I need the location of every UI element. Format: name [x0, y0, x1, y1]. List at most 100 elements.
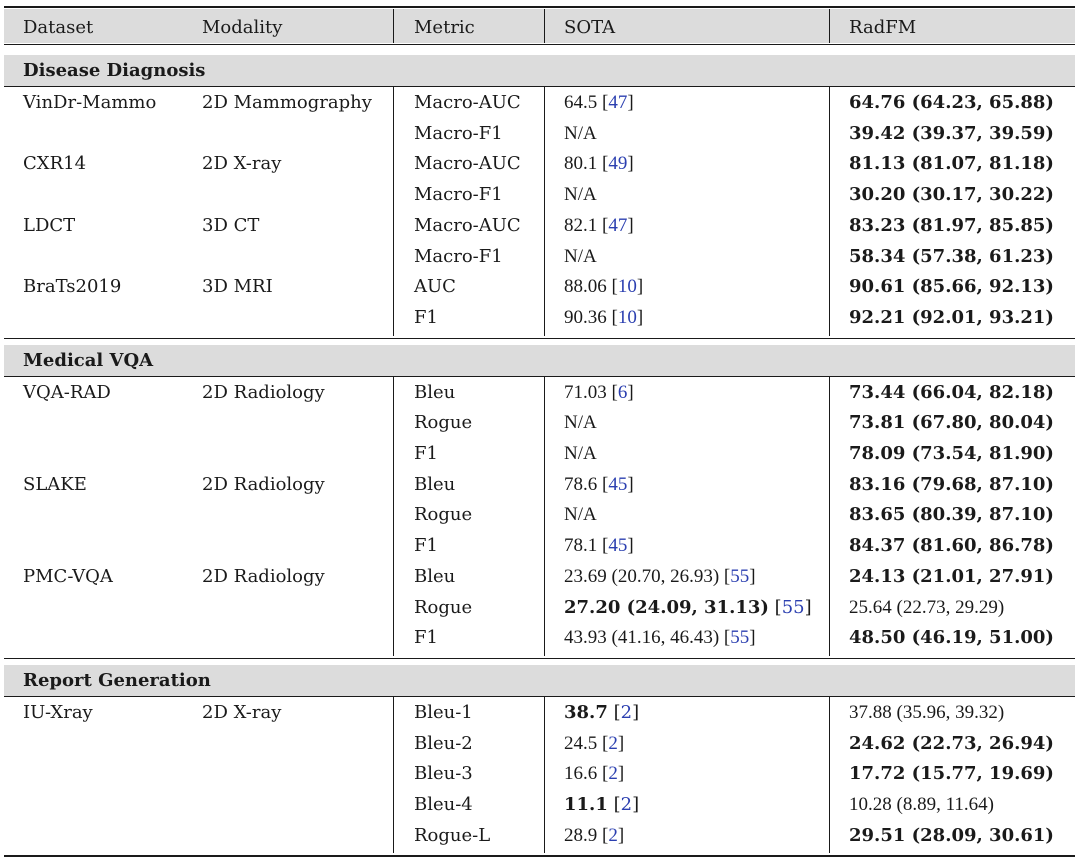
- sota-cell: 16.6 [2]: [564, 763, 625, 785]
- column-divider: [393, 375, 394, 656]
- column-divider: [393, 86, 394, 336]
- metric-cell: Rogue: [414, 504, 473, 526]
- sota-value: 43.93 (41.16, 46.43): [564, 627, 720, 649]
- metric-cell: Bleu: [414, 473, 456, 495]
- section-end-rule: [4, 657, 1075, 659]
- sota-cell: 28.9 [2]: [564, 824, 625, 846]
- header-dataset: Dataset: [23, 17, 94, 38]
- radfm-cell: 73.81 (67.80, 80.04): [849, 412, 1054, 434]
- sota-cell: 43.93 (41.16, 46.43) [55]: [564, 627, 756, 649]
- dataset-cell: VinDr-Mammo: [23, 92, 157, 113]
- sota-value: N/A: [564, 443, 597, 464]
- metric-cell: Rogue-L: [414, 824, 491, 846]
- column-divider: [544, 375, 545, 656]
- radfm-cell: 81.13 (81.07, 81.18): [849, 153, 1054, 175]
- column-divider: [544, 695, 545, 854]
- citation-link[interactable]: 2: [621, 794, 632, 815]
- citation-link[interactable]: 47: [608, 92, 627, 113]
- sota-cell: 24.5 [2]: [564, 732, 625, 754]
- radfm-cell: 24.62 (22.73, 26.94): [849, 732, 1054, 754]
- radfm-cell: 10.28 (8.89, 11.64): [849, 794, 994, 815]
- citation-link[interactable]: 10: [618, 307, 637, 328]
- sota-value: 71.03: [564, 381, 607, 403]
- metric-cell: Bleu-4: [414, 794, 473, 815]
- header-sota: SOTA: [564, 17, 616, 38]
- header-modality: Modality: [202, 17, 283, 38]
- radfm-cell: 29.51 (28.09, 30.61): [849, 824, 1054, 846]
- sota-value: N/A: [564, 504, 597, 526]
- citation-link[interactable]: 45: [608, 535, 627, 556]
- sota-cell: 88.06 [10]: [564, 276, 644, 298]
- column-divider: [829, 86, 830, 336]
- sota-cell: 38.7 [2]: [564, 701, 640, 723]
- sota-value: 88.06: [564, 276, 607, 298]
- dataset-cell: VQA-RAD: [23, 381, 111, 403]
- citation-link[interactable]: 2: [608, 825, 618, 846]
- sota-cell: N/A: [564, 184, 597, 206]
- dataset-cell: BraTs2019: [23, 276, 122, 298]
- citation-link[interactable]: 2: [608, 733, 618, 754]
- section-rule: [4, 86, 1075, 87]
- column-divider: [829, 375, 830, 656]
- sota-cell: 78.6 [45]: [564, 473, 634, 495]
- modality-cell: 2D X-ray: [202, 701, 282, 723]
- citation-link[interactable]: 45: [608, 474, 627, 495]
- metric-cell: Rogue: [414, 596, 473, 618]
- modality-cell: 3D MRI: [202, 276, 273, 298]
- sota-value: 90.36: [564, 306, 607, 328]
- radfm-cell: 78.09 (73.54, 81.90): [849, 443, 1054, 464]
- radfm-cell: 17.72 (15.77, 19.69): [849, 763, 1054, 785]
- sota-value: N/A: [564, 245, 597, 267]
- metric-cell: Bleu-3: [414, 763, 473, 785]
- section-rule: [4, 375, 1075, 377]
- metric-cell: Bleu-1: [414, 701, 473, 723]
- sota-value: 11.1: [564, 794, 608, 815]
- column-divider: [829, 695, 830, 854]
- radfm-cell: 64.76 (64.23, 65.88): [849, 92, 1054, 113]
- citation-link[interactable]: 2: [621, 702, 632, 723]
- radfm-cell: 39.42 (39.37, 39.59): [849, 122, 1054, 144]
- sota-cell: 11.1 [2]: [564, 794, 640, 815]
- citation-link[interactable]: 49: [608, 153, 627, 174]
- sota-cell: N/A: [564, 246, 597, 268]
- citation-link[interactable]: 2: [608, 763, 618, 784]
- citation-link[interactable]: 55: [782, 597, 805, 618]
- metric-cell: Rogue: [414, 412, 473, 434]
- header-divider: [544, 9, 545, 43]
- radfm-cell: 84.37 (81.60, 86.78): [849, 535, 1054, 557]
- citation-link[interactable]: 6: [618, 382, 628, 403]
- metric-cell: Macro-F1: [414, 122, 503, 144]
- sota-cell: 78.1 [45]: [564, 535, 634, 557]
- radfm-cell: 83.65 (80.39, 87.10): [849, 504, 1054, 526]
- metric-cell: Bleu: [414, 381, 456, 403]
- metric-cell: Macro-AUC: [414, 92, 521, 113]
- section-band: [4, 344, 1075, 376]
- radfm-cell: 92.21 (92.01, 93.21): [849, 306, 1054, 328]
- sota-value: 28.9: [564, 824, 598, 846]
- radfm-cell: 58.34 (57.38, 61.23): [849, 245, 1054, 267]
- metric-cell: F1: [414, 306, 438, 328]
- section-rule: [4, 695, 1075, 697]
- sota-cell: N/A: [564, 504, 597, 526]
- modality-cell: 2D Radiology: [202, 473, 325, 495]
- section-title: Disease Diagnosis: [23, 60, 206, 81]
- radfm-cell: 25.64 (22.73, 29.29): [849, 596, 1005, 618]
- section-title: Medical VQA: [23, 349, 154, 371]
- dataset-cell: IU-Xray: [23, 701, 93, 723]
- sota-value: N/A: [564, 184, 597, 206]
- citation-link[interactable]: 55: [730, 566, 749, 587]
- dataset-cell: SLAKE: [23, 473, 87, 495]
- sota-cell: N/A: [564, 123, 597, 145]
- citation-link[interactable]: 10: [618, 276, 637, 297]
- metric-cell: Macro-AUC: [414, 153, 521, 175]
- header-rule: [4, 44, 1075, 45]
- sota-value: 38.7: [564, 701, 608, 723]
- citation-link[interactable]: 47: [608, 215, 627, 236]
- sota-value: 27.20 (24.09, 31.13): [564, 596, 769, 618]
- modality-cell: 3D CT: [202, 214, 260, 236]
- dataset-cell: LDCT: [23, 214, 76, 236]
- citation-link[interactable]: 55: [730, 627, 749, 648]
- modality-cell: 2D X-ray: [202, 153, 282, 175]
- section-title: Report Generation: [23, 669, 211, 691]
- radfm-cell: 48.50 (46.19, 51.00): [849, 627, 1054, 649]
